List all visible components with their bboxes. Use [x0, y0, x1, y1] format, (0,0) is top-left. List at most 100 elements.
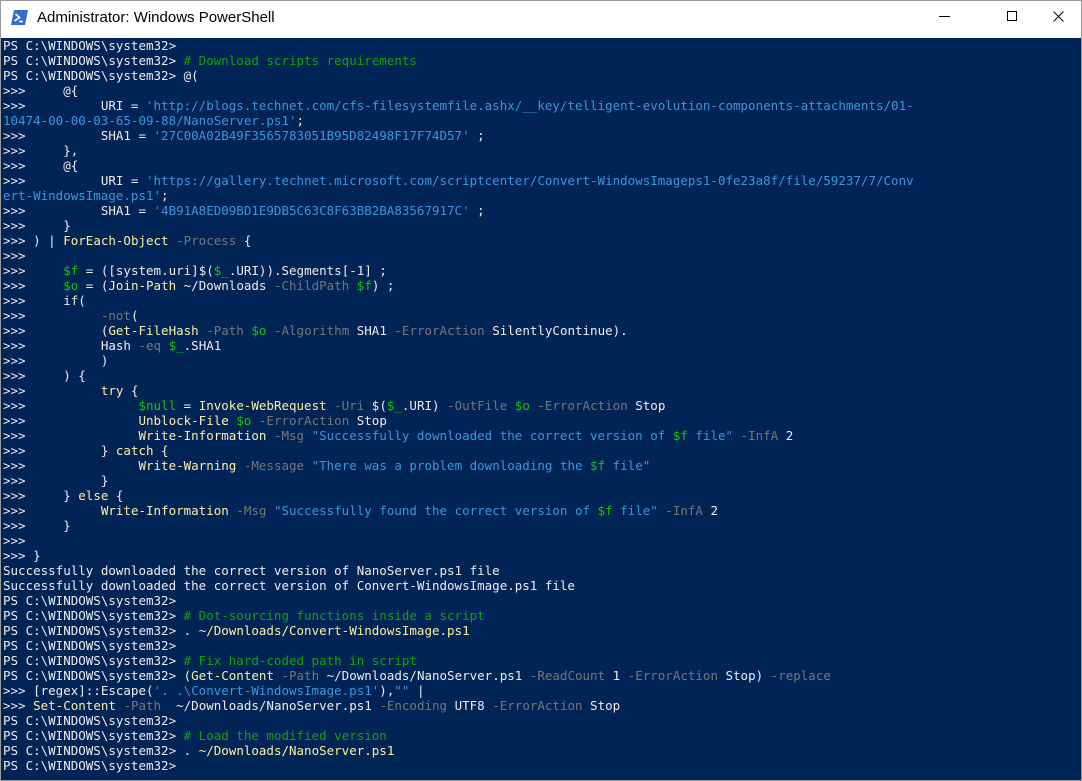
- console-token: = (: [78, 278, 109, 293]
- console-token: >>>: [3, 383, 101, 398]
- console-token: UTF8: [447, 698, 493, 713]
- console-token: >>> SHA1 =: [3, 203, 154, 218]
- console-token: file": [687, 428, 734, 443]
- console-token: $_: [213, 263, 229, 278]
- powershell-icon: [11, 10, 28, 25]
- console-token: Successfully downloaded the correct vers…: [3, 563, 500, 578]
- console-line: >>> ) | ForEach-Object -Process {: [3, 233, 914, 248]
- console-line: >>> SHA1 = '4B91A8ED09BD1E9DB5C63C8F63BB…: [3, 203, 914, 218]
- console-token: >>> }: [3, 488, 79, 503]
- console-token: -Uri: [334, 398, 365, 413]
- console-token: >>>: [3, 413, 139, 428]
- console-token: ),: [379, 683, 395, 698]
- console-line: >>> URI = 'https://gallery.technet.micro…: [3, 173, 914, 188]
- maximize-button[interactable]: [989, 1, 1035, 31]
- console-line: >>> } catch {: [3, 443, 914, 458]
- console-token: "Successfully found the correct version …: [273, 503, 598, 518]
- console-token: -InfA: [740, 428, 779, 443]
- console-token: >>> (: [3, 323, 109, 338]
- console-token: $o: [236, 413, 252, 428]
- console-line: >>> Hash -eq $_.SHA1: [3, 338, 914, 353]
- console-token: -Algorithm: [273, 323, 350, 338]
- console-token: >>> ) |: [3, 233, 64, 248]
- console-token: 'http://blogs.technet.com/cfs-filesystem…: [146, 98, 914, 113]
- console-token: SHA1: [349, 323, 395, 338]
- console-token: >>> }: [3, 218, 71, 233]
- console-token: {: [123, 383, 139, 398]
- console-token: $f: [672, 428, 688, 443]
- console-token: [349, 278, 357, 293]
- console-line: >>> URI = 'http://blogs.technet.com/cfs-…: [3, 98, 914, 113]
- console-line: >>> }: [3, 548, 914, 563]
- close-button[interactable]: [1035, 1, 1081, 31]
- console-line: PS C:\WINDOWS\system32>: [3, 38, 914, 53]
- console-line: >>> }: [3, 518, 914, 533]
- console-token: {: [153, 443, 169, 458]
- console-token: [169, 233, 177, 248]
- console-line: Successfully downloaded the correct vers…: [3, 578, 914, 593]
- console-token: -ChildPath: [273, 278, 350, 293]
- console-line: PS C:\WINDOWS\system32>: [3, 593, 914, 608]
- console-line: 10474-00-00-03-65-09-88/NanoServer.ps1';: [3, 113, 914, 128]
- console-token: $f: [597, 503, 613, 518]
- console-token: -Process: [176, 233, 237, 248]
- title-bar[interactable]: Administrator: Windows PowerShell: [1, 1, 1081, 38]
- console-line: >>> @{: [3, 158, 914, 173]
- console-token: file": [612, 503, 658, 518]
- console-token: PS C:\WINDOWS\system32>: [3, 593, 184, 608]
- console-token: Invoke-WebRequest: [198, 398, 327, 413]
- console-token: >>>: [3, 248, 26, 263]
- console-token: PS C:\WINDOWS\system32>: [3, 638, 184, 653]
- console-token: -ErrorAction: [627, 668, 718, 683]
- console-token: >>> @{: [3, 83, 79, 98]
- console-token: -Encoding: [379, 698, 448, 713]
- console-line: PS C:\WINDOWS\system32>: [3, 758, 914, 773]
- console-token: >>> URI =: [3, 98, 146, 113]
- console-line: PS C:\WINDOWS\system32>: [3, 713, 914, 728]
- console-line: >>> (Get-FileHash -Path $o -Algorithm SH…: [3, 323, 914, 338]
- console-line: >>> Unblock-File $o -ErrorAction Stop: [3, 413, 914, 428]
- console-line: ert-WindowsImage.ps1';: [3, 188, 914, 203]
- console-token: >>>: [3, 308, 101, 323]
- console-token: PS C:\WINDOWS\system32>: [3, 743, 184, 758]
- console-token: {: [236, 233, 252, 248]
- console-line: >>> SHA1 = '27C00A02B49F3565783051B95D82…: [3, 128, 914, 143]
- console-token: '27C00A02B49F3565783051B95D82498F17F74D5…: [153, 128, 470, 143]
- console-token: $_: [386, 398, 402, 413]
- console-lines: PS C:\WINDOWS\system32> PS C:\WINDOWS\sy…: [3, 38, 914, 773]
- console-token: >>> ): [3, 353, 109, 368]
- minimize-button[interactable]: [921, 1, 967, 31]
- console-token: -eq: [138, 338, 162, 353]
- console-line: PS C:\WINDOWS\system32> . ~/Downloads/Na…: [3, 743, 914, 758]
- console-token: ~/Downloads/NanoServer.ps1: [198, 743, 395, 758]
- console-token: PS C:\WINDOWS\system32>: [3, 623, 184, 638]
- console-token: $f: [63, 263, 79, 278]
- console-token: $_: [168, 338, 184, 353]
- console-line: PS C:\WINDOWS\system32> . ~/Downloads/Co…: [3, 623, 914, 638]
- console-token: [733, 428, 741, 443]
- console-output[interactable]: PS C:\WINDOWS\system32> PS C:\WINDOWS\sy…: [1, 38, 1081, 780]
- console-token: ) ;: [371, 278, 395, 293]
- console-token: 'https://gallery.technet.microsoft.com/s…: [146, 173, 914, 188]
- console-token: Write-Information: [138, 428, 267, 443]
- console-token: ;: [296, 113, 305, 128]
- console-token: $f: [356, 278, 372, 293]
- console-token: .URI): [401, 398, 448, 413]
- console-token: else: [78, 488, 109, 503]
- console-token: '4B91A8ED09BD1E9DB5C63C8F63BB2BA83567917…: [153, 203, 470, 218]
- console-token: (: [130, 308, 139, 323]
- console-token: >>>: [3, 398, 139, 413]
- console-token: [507, 398, 515, 413]
- console-token: catch: [115, 443, 154, 458]
- console-token: 10474-00-00-03-65-09-88/NanoServer.ps1': [3, 113, 297, 128]
- console-line: PS C:\WINDOWS\system32> # Dot-sourcing f…: [3, 608, 914, 623]
- console-token: >>> }: [3, 443, 116, 458]
- console-token: # Dot-sourcing functions inside a script: [183, 608, 485, 623]
- console-token: -Msg: [273, 428, 305, 443]
- console-token: -InfA: [665, 503, 703, 518]
- console-token: Stop: [582, 698, 621, 713]
- console-token: ForEach-Object: [63, 233, 169, 248]
- console-line: >>> try {: [3, 383, 914, 398]
- console-line: >>> ): [3, 353, 914, 368]
- console-token: "Successfully downloaded the correct ver…: [311, 428, 673, 443]
